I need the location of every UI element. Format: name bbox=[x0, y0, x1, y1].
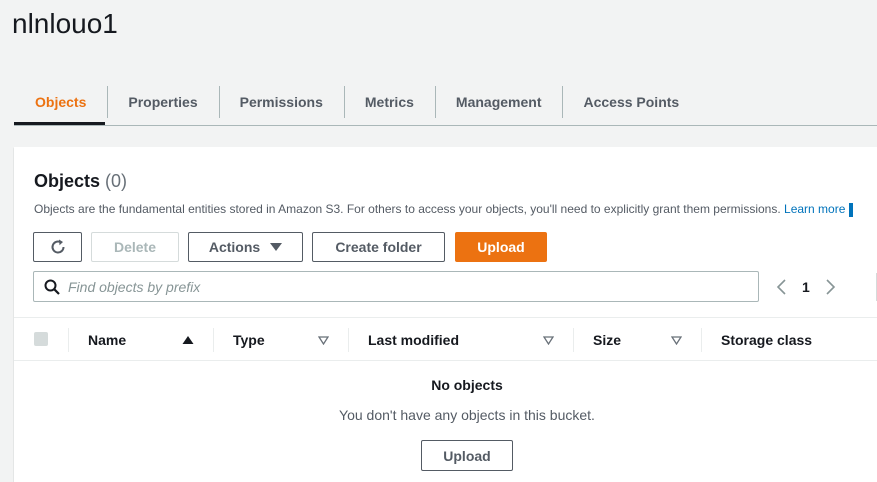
external-link-icon bbox=[849, 202, 854, 217]
empty-state-description: You don't have any objects in this bucke… bbox=[339, 407, 595, 423]
refresh-button[interactable] bbox=[33, 232, 82, 262]
select-all-checkbox[interactable] bbox=[34, 332, 48, 346]
table-header: Name Type Last modified Size Storage cla… bbox=[14, 317, 877, 361]
delete-button[interactable]: Delete bbox=[91, 232, 179, 262]
current-page[interactable]: 1 bbox=[802, 279, 810, 295]
pagination: 1 bbox=[776, 275, 836, 299]
objects-count: (0) bbox=[105, 171, 128, 191]
active-tab-indicator bbox=[14, 122, 105, 125]
objects-panel: Objects (0) Objects are the fundamental … bbox=[14, 147, 877, 482]
empty-state-upload-button[interactable]: Upload bbox=[421, 440, 513, 471]
search-icon bbox=[44, 279, 60, 295]
column-header-name[interactable]: Name bbox=[88, 318, 126, 362]
column-header-size[interactable]: Size bbox=[593, 318, 621, 362]
column-divider bbox=[68, 328, 69, 352]
tab-access-points[interactable]: Access Points bbox=[562, 84, 700, 120]
sort-icon[interactable] bbox=[318, 318, 329, 362]
s3-bucket-page: nlnlouo1 Objects Properties Permissions … bbox=[0, 0, 877, 482]
objects-description-text: Objects are the fundamental entities sto… bbox=[34, 202, 781, 216]
column-divider bbox=[348, 328, 349, 352]
column-divider bbox=[701, 328, 702, 352]
sort-icon[interactable] bbox=[543, 318, 554, 362]
column-header-type[interactable]: Type bbox=[233, 318, 265, 362]
tab-permissions[interactable]: Permissions bbox=[218, 84, 344, 120]
column-header-last-modified[interactable]: Last modified bbox=[368, 318, 459, 362]
tab-management[interactable]: Management bbox=[434, 84, 563, 120]
sort-ascending-icon[interactable] bbox=[182, 318, 194, 362]
objects-description: Objects are the fundamental entities sto… bbox=[34, 202, 854, 217]
column-header-storage-class[interactable]: Storage class bbox=[721, 318, 812, 362]
upload-button[interactable]: Upload bbox=[455, 232, 547, 262]
chevron-left-icon[interactable] bbox=[776, 279, 786, 295]
column-divider bbox=[573, 328, 574, 352]
search-field[interactable] bbox=[33, 271, 759, 302]
learn-more-link[interactable]: Learn more bbox=[784, 202, 845, 216]
page-title: nlnlouo1 bbox=[12, 8, 118, 39]
create-folder-button[interactable]: Create folder bbox=[312, 232, 445, 262]
actions-label: Actions bbox=[208, 239, 261, 255]
refresh-icon bbox=[51, 239, 64, 254]
tab-objects[interactable]: Objects bbox=[14, 84, 107, 120]
search-input[interactable] bbox=[68, 278, 688, 295]
column-divider bbox=[213, 328, 214, 352]
caret-down-icon bbox=[270, 243, 283, 251]
tab-properties[interactable]: Properties bbox=[107, 84, 218, 120]
tab-bar: Objects Properties Permissions Metrics M… bbox=[14, 78, 877, 126]
empty-state-title: No objects bbox=[431, 377, 503, 393]
chevron-right-icon[interactable] bbox=[826, 279, 836, 295]
objects-heading-label: Objects bbox=[34, 171, 101, 191]
sort-icon[interactable] bbox=[671, 318, 682, 362]
objects-heading: Objects (0) bbox=[34, 171, 127, 192]
actions-dropdown[interactable]: Actions bbox=[188, 232, 303, 262]
tab-metrics[interactable]: Metrics bbox=[343, 84, 435, 120]
